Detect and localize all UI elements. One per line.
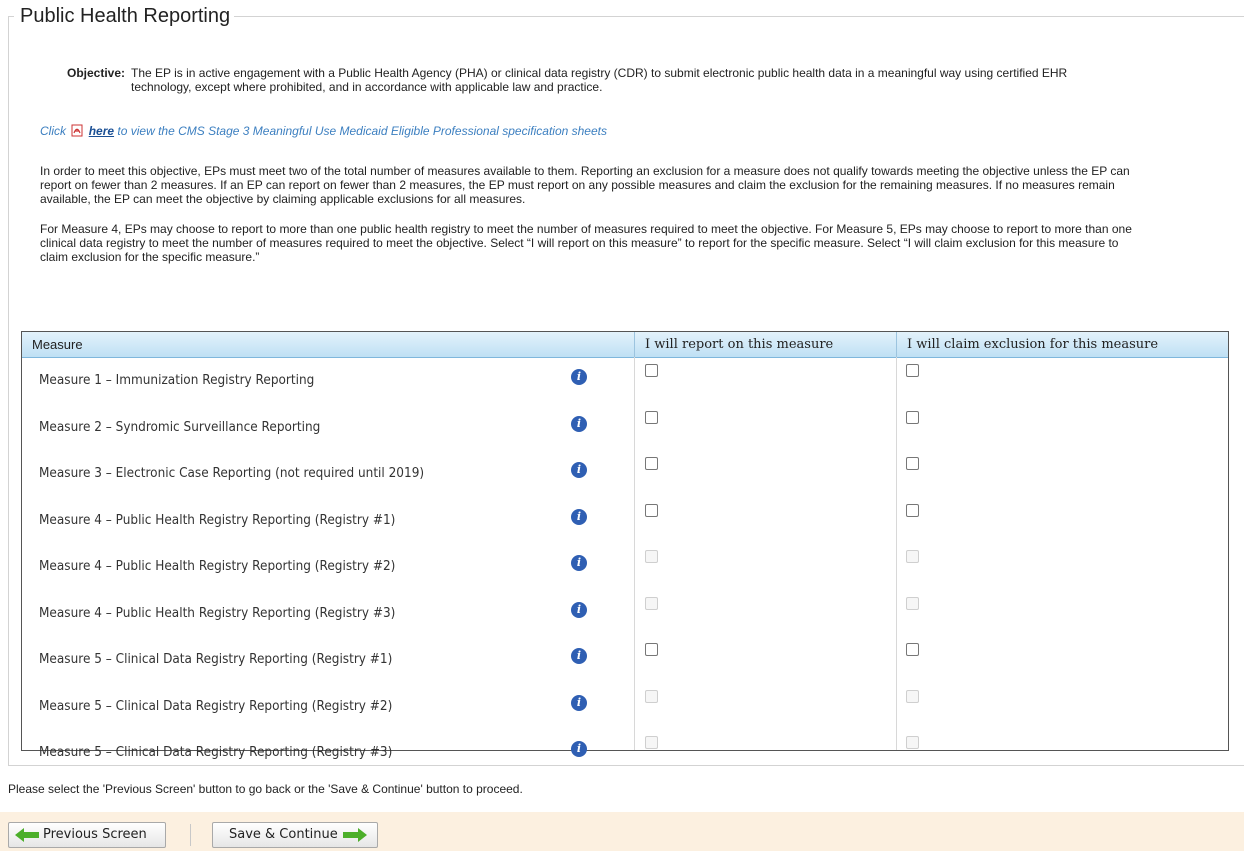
info-icon[interactable]: i — [571, 508, 587, 525]
report-checkbox — [645, 736, 658, 749]
arrow-right-icon — [343, 828, 367, 842]
table-row: Measure 3 – Electronic Case Reporting (n… — [22, 451, 1228, 497]
info-icon[interactable]: i — [571, 741, 587, 757]
table-row: Measure 4 – Public Health Registry Repor… — [22, 544, 1228, 590]
info-icon[interactable]: i — [571, 648, 587, 664]
objective-label: Objective: — [67, 66, 126, 80]
section-title: Public Health Reporting — [14, 4, 235, 28]
instructions-paragraph-2: For Measure 4, EPs may choose to report … — [40, 222, 1132, 264]
table-row: Measure 5 – Clinical Data Registry Repor… — [22, 684, 1228, 730]
report-checkbox[interactable] — [645, 364, 658, 377]
measure-label: Measure 1 – Immunization Registry Report… — [39, 373, 315, 388]
spec-link-prefix: Click — [40, 124, 66, 138]
table-header: Measure I will report on this measure I … — [22, 332, 1228, 358]
button-bar: Previous Screen Save & Continue — [0, 812, 1244, 851]
info-icon[interactable]: i — [571, 601, 587, 618]
measure-label: Measure 2 – Syndromic Surveillance Repor… — [39, 419, 321, 435]
report-checkbox — [645, 550, 658, 563]
exclusion-checkbox[interactable] — [906, 503, 919, 517]
table-row: Measure 4 – Public Health Registry Repor… — [22, 498, 1228, 544]
measure-label: Measure 4 – Public Health Registry Repor… — [39, 605, 396, 621]
report-checkbox[interactable] — [645, 643, 658, 656]
table-row: Measure 2 – Syndromic Surveillance Repor… — [22, 405, 1228, 451]
exclusion-checkbox[interactable] — [906, 643, 919, 656]
objective-text: The EP is in active engagement with a Pu… — [131, 66, 1068, 94]
spec-sheet-link[interactable]: here — [89, 124, 114, 138]
header-report: I will report on this measure — [634, 332, 896, 357]
info-icon[interactable]: i — [571, 462, 587, 478]
exclusion-checkbox — [906, 596, 919, 610]
exclusion-checkbox — [906, 736, 919, 749]
table-row: Measure 5 – Clinical Data Registry Repor… — [22, 730, 1228, 776]
measure-label: Measure 5 – Clinical Data Registry Repor… — [39, 652, 393, 667]
info-icon[interactable]: i — [571, 555, 587, 571]
exclusion-checkbox[interactable] — [906, 410, 919, 424]
report-checkbox — [645, 596, 658, 610]
button-separator — [190, 824, 191, 846]
report-checkbox[interactable] — [645, 503, 658, 517]
info-icon[interactable]: i — [571, 415, 587, 432]
info-icon[interactable]: i — [571, 694, 587, 711]
report-checkbox — [645, 689, 658, 703]
arrow-left-icon — [15, 828, 39, 842]
info-icon[interactable]: i — [571, 369, 587, 385]
measures-table: Measure I will report on this measure I … — [21, 331, 1229, 760]
header-exclusion: I will claim exclusion for this measure — [896, 332, 1228, 357]
header-measure: Measure — [32, 337, 83, 352]
report-checkbox[interactable] — [645, 457, 658, 470]
spec-link-suffix: to view the CMS Stage 3 Meaningful Use M… — [117, 124, 607, 138]
measure-label: Measure 5 – Clinical Data Registry Repor… — [39, 698, 393, 714]
spec-sheet-line: Click here to view the CMS Stage 3 Meani… — [40, 124, 607, 138]
save-continue-button[interactable]: Save & Continue — [212, 822, 378, 848]
exclusion-checkbox — [906, 550, 919, 563]
exclusion-checkbox[interactable] — [906, 364, 919, 377]
previous-screen-button[interactable]: Previous Screen — [8, 822, 166, 848]
table-row: Measure 5 – Clinical Data Registry Repor… — [22, 637, 1228, 683]
save-continue-label: Save & Continue — [229, 827, 338, 842]
instructions-paragraph-1: In order to meet this objective, EPs mus… — [40, 164, 1130, 206]
report-checkbox[interactable] — [645, 410, 658, 424]
pdf-icon — [71, 124, 83, 137]
measure-label: Measure 4 – Public Health Registry Repor… — [39, 512, 396, 528]
previous-screen-label: Previous Screen — [43, 827, 147, 842]
exclusion-checkbox[interactable] — [906, 457, 919, 470]
measure-label: Measure 3 – Electronic Case Reporting (n… — [39, 466, 425, 481]
table-row: Measure 4 – Public Health Registry Repor… — [22, 591, 1228, 637]
table-row: Measure 1 – Immunization Registry Report… — [22, 358, 1228, 404]
measure-label: Measure 5 – Clinical Data Registry Repor… — [39, 745, 393, 760]
exclusion-checkbox — [906, 689, 919, 703]
measure-label: Measure 4 – Public Health Registry Repor… — [39, 559, 396, 574]
navigation-instructions: Please select the 'Previous Screen' butt… — [8, 782, 523, 796]
